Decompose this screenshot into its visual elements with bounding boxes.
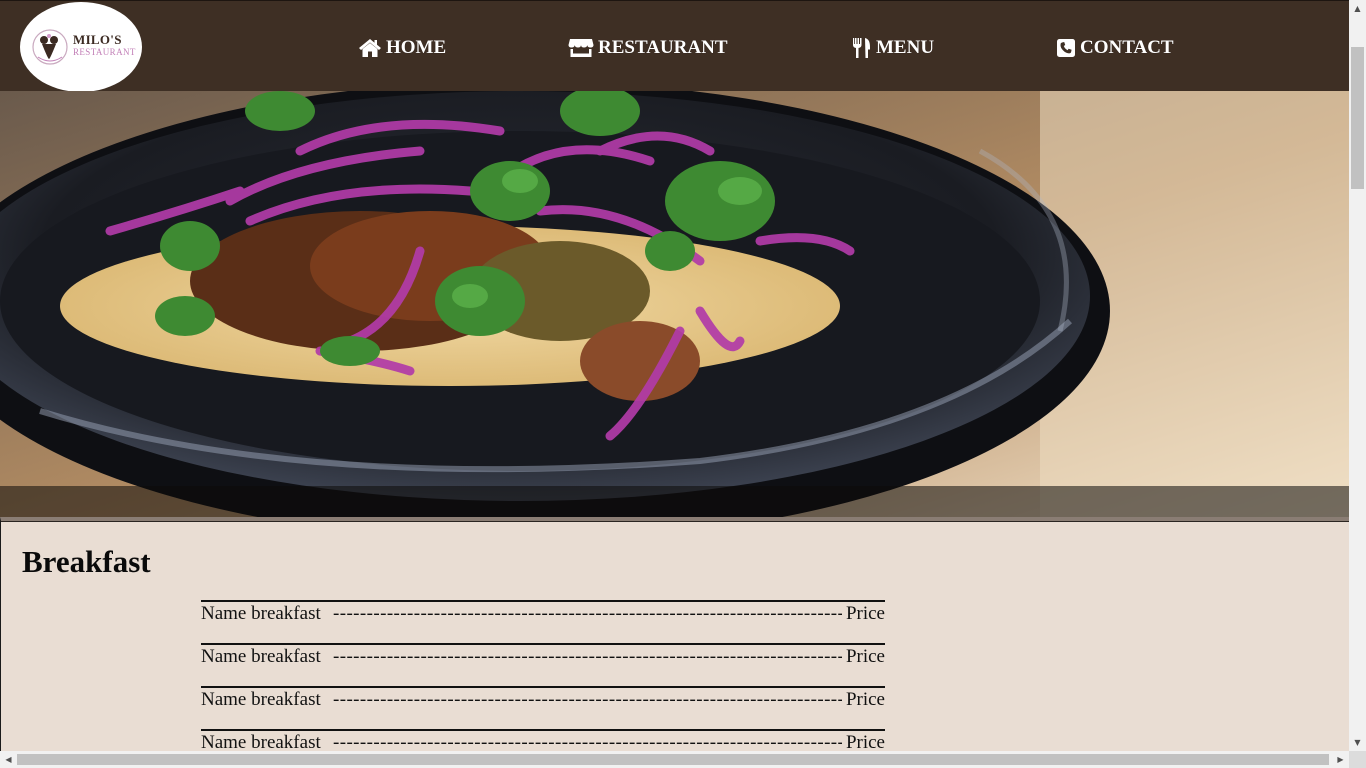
nav-restaurant[interactable]: RESTAURANT <box>568 34 728 62</box>
vertical-scroll-thumb[interactable] <box>1351 47 1364 189</box>
menu-item-name: Name breakfast <box>201 646 321 667</box>
taco-plate-illustration <box>0 91 1349 517</box>
scroll-up-icon[interactable]: ▲ <box>1349 0 1366 17</box>
menu-item: Name breakfast -------------------------… <box>201 686 885 714</box>
menu-item-price: Price <box>841 602 885 627</box>
menu-item: Name breakfast -------------------------… <box>201 729 885 751</box>
menu-item-price: Price <box>841 688 885 713</box>
horizontal-scrollbar[interactable]: ◀ ▶ <box>0 751 1349 768</box>
nav-home-label: HOME <box>386 37 447 58</box>
phone-square-icon <box>1057 39 1075 57</box>
menu-item-dashes: ----------------------------------------… <box>333 646 858 667</box>
store-icon <box>568 39 594 57</box>
utensils-icon <box>853 38 870 58</box>
menu-item: Name breakfast -------------------------… <box>201 643 885 671</box>
site-header: MILO'S RESTAURANT HOME RESTAURANT MENU C… <box>0 0 1349 92</box>
scroll-down-icon[interactable]: ▼ <box>1349 734 1366 751</box>
menu-item-price: Price <box>841 731 885 751</box>
nav-contact[interactable]: CONTACT <box>1056 34 1174 62</box>
breakfast-section: Breakfast Name breakfast ---------------… <box>0 517 1349 751</box>
scroll-left-icon[interactable]: ◀ <box>0 751 17 768</box>
menu-item-price: Price <box>841 645 885 670</box>
logo-subtitle: RESTAURANT <box>73 47 136 57</box>
scroll-right-icon[interactable]: ▶ <box>1332 751 1349 768</box>
menu-item-name: Name breakfast <box>201 689 321 710</box>
menu-item: Name breakfast -------------------------… <box>201 600 885 628</box>
menu-item-name: Name breakfast <box>201 732 321 751</box>
horizontal-scroll-thumb[interactable] <box>17 754 1329 765</box>
menu-item-name: Name breakfast <box>201 603 321 624</box>
section-title: Breakfast <box>22 544 151 579</box>
logo-name: MILO'S <box>73 32 122 47</box>
scrollbar-corner <box>1349 751 1366 768</box>
nav-menu[interactable]: MENU <box>852 34 934 62</box>
vertical-scrollbar[interactable]: ▲ ▼ <box>1349 0 1366 751</box>
home-icon <box>359 39 381 57</box>
hero-image <box>0 91 1349 517</box>
nav-contact-label: CONTACT <box>1080 37 1174 58</box>
menu-item-dashes: ----------------------------------------… <box>333 603 858 624</box>
menu-item-dashes: ----------------------------------------… <box>333 732 858 751</box>
nav-restaurant-label: RESTAURANT <box>598 37 728 58</box>
chef-logo-icon <box>32 29 68 65</box>
menu-item-dashes: ----------------------------------------… <box>333 689 858 710</box>
page: MILO'S RESTAURANT HOME RESTAURANT MENU C… <box>0 0 1349 751</box>
nav-home[interactable]: HOME <box>358 34 446 62</box>
nav-menu-label: MENU <box>876 37 935 58</box>
logo[interactable]: MILO'S RESTAURANT <box>20 2 142 92</box>
